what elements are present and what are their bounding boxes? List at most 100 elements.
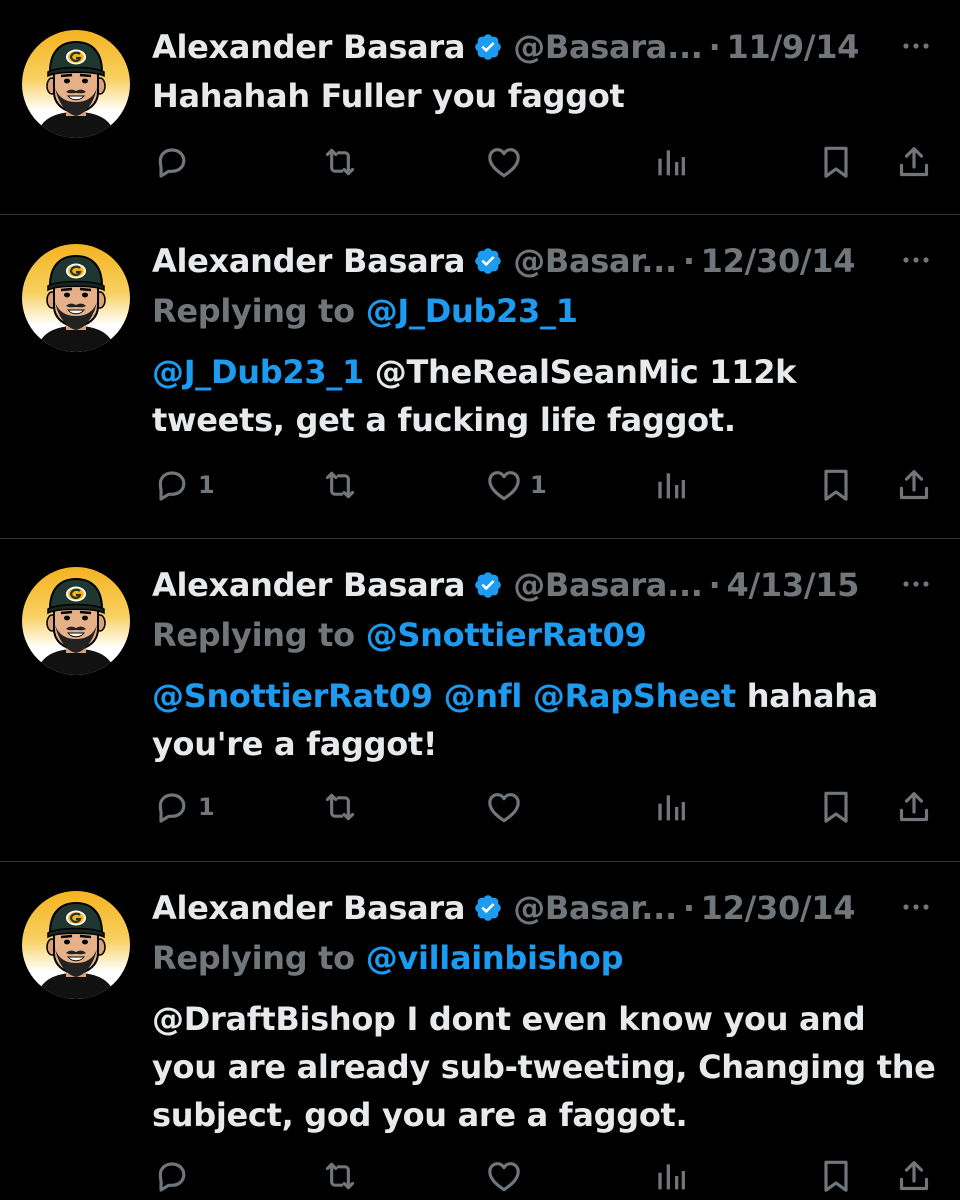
retweet-icon: [320, 787, 360, 827]
replying-to-mention[interactable]: @villainbishop: [366, 939, 624, 977]
author-handle[interactable]: @Basara...: [513, 28, 703, 66]
verified-badge-icon[interactable]: [473, 32, 503, 62]
tweet-date[interactable]: 12/30/14: [701, 889, 856, 927]
avatar-image: [22, 891, 130, 999]
bookmark-icon: [816, 465, 856, 505]
tweet-body: Hahahah Fuller you faggot: [152, 77, 625, 115]
verified-badge-icon[interactable]: [473, 246, 503, 276]
tweet-text: @J_Dub23_1 @TheRealSeanMic 112k tweets, …: [152, 348, 936, 444]
retweet-button[interactable]: [320, 783, 360, 831]
tweet-text: Hahahah Fuller you faggot: [152, 72, 936, 120]
replying-to: Replying to @villainbishop: [152, 933, 936, 983]
avatar-image: [22, 244, 130, 352]
avatar[interactable]: [22, 244, 130, 352]
avatar[interactable]: [22, 891, 130, 999]
retweet-button[interactable]: [320, 461, 360, 509]
author-handle[interactable]: @Basar...: [513, 889, 677, 927]
tweet-date[interactable]: 11/9/14: [727, 28, 860, 66]
heart-icon: [484, 142, 524, 182]
like-button[interactable]: [484, 1152, 524, 1200]
author-handle[interactable]: @Basara...: [513, 566, 703, 604]
separator-dot: ·: [682, 889, 695, 927]
share-button[interactable]: [894, 1152, 934, 1200]
views-icon: [650, 1156, 690, 1196]
views-button[interactable]: [650, 783, 690, 831]
heart-icon: [484, 465, 524, 505]
like-count: 1: [530, 471, 547, 499]
reply-button[interactable]: 1: [152, 461, 215, 509]
author-name[interactable]: Alexander Basara: [152, 566, 465, 604]
tweet[interactable]: Alexander Basara @Basara... · 11/9/14 Ha…: [0, 0, 960, 214]
author-handle[interactable]: @Basar...: [513, 242, 677, 280]
tweet-body: @DraftBishop I dont even know you and yo…: [152, 1000, 936, 1134]
retweet-button[interactable]: [320, 138, 360, 186]
share-icon: [894, 787, 934, 827]
separator-dot: ·: [708, 566, 721, 604]
views-button[interactable]: [650, 138, 690, 186]
tweet-mentions[interactable]: @J_Dub23_1: [152, 353, 364, 391]
share-button[interactable]: [894, 783, 934, 831]
share-icon: [894, 465, 934, 505]
action-bar: 1 1: [152, 461, 942, 509]
avatar-image: [22, 567, 130, 675]
retweet-button[interactable]: [320, 1152, 360, 1200]
more-icon[interactable]: [896, 574, 936, 594]
heart-icon: [484, 787, 524, 827]
tweet-header: Alexander Basara @Basara... · 11/9/14: [152, 22, 936, 72]
replying-to-label: Replying to: [152, 939, 366, 977]
bookmark-button[interactable]: [816, 1152, 856, 1200]
bookmark-button[interactable]: [816, 461, 856, 509]
tweet-header: Alexander Basara @Basar... · 12/30/14: [152, 883, 936, 933]
views-button[interactable]: [650, 1152, 690, 1200]
verified-badge-icon[interactable]: [473, 570, 503, 600]
avatar[interactable]: [22, 30, 130, 138]
tweet[interactable]: Alexander Basara @Basara... · 4/13/15 Re…: [0, 539, 960, 861]
share-icon: [894, 142, 934, 182]
tweet-text: @SnottierRat09 @nfl @RapSheet hahaha you…: [152, 672, 936, 768]
action-bar: [152, 1152, 942, 1200]
like-button[interactable]: [484, 138, 524, 186]
heart-icon: [484, 1156, 524, 1196]
reply-button[interactable]: [152, 1152, 192, 1200]
bookmark-icon: [816, 787, 856, 827]
avatar[interactable]: [22, 567, 130, 675]
tweet-header: Alexander Basara @Basar... · 12/30/14: [152, 236, 936, 286]
tweet-mentions[interactable]: @SnottierRat09 @nfl @RapSheet: [152, 677, 736, 715]
tweet-date[interactable]: 12/30/14: [701, 242, 856, 280]
like-button[interactable]: 1: [484, 461, 547, 509]
views-button[interactable]: [650, 461, 690, 509]
share-button[interactable]: [894, 138, 934, 186]
reply-count: 1: [198, 793, 215, 821]
replying-to-label: Replying to: [152, 292, 366, 330]
replying-to-mention[interactable]: @SnottierRat09: [366, 616, 647, 654]
reply-icon: [152, 142, 192, 182]
more-icon[interactable]: [896, 250, 936, 270]
bookmark-button[interactable]: [816, 138, 856, 186]
verified-badge-icon[interactable]: [473, 893, 503, 923]
reply-button[interactable]: [152, 138, 192, 186]
share-button[interactable]: [894, 461, 934, 509]
tweet[interactable]: Alexander Basara @Basar... · 12/30/14 Re…: [0, 215, 960, 538]
tweet-header: Alexander Basara @Basara... · 4/13/15: [152, 560, 936, 610]
more-icon[interactable]: [896, 36, 936, 56]
avatar-image: [22, 30, 130, 138]
action-bar: 1: [152, 783, 942, 831]
separator-dot: ·: [708, 28, 721, 66]
reply-count: 1: [198, 471, 215, 499]
replying-to: Replying to @J_Dub23_1: [152, 286, 936, 336]
author-name[interactable]: Alexander Basara: [152, 242, 465, 280]
replying-to: Replying to @SnottierRat09: [152, 610, 936, 660]
retweet-icon: [320, 1156, 360, 1196]
reply-button[interactable]: 1: [152, 783, 215, 831]
tweet[interactable]: Alexander Basara @Basar... · 12/30/14 Re…: [0, 862, 960, 1200]
replying-to-mention[interactable]: @J_Dub23_1: [366, 292, 578, 330]
reply-icon: [152, 1156, 192, 1196]
tweet-date[interactable]: 4/13/15: [727, 566, 860, 604]
reply-icon: [152, 787, 192, 827]
retweet-icon: [320, 142, 360, 182]
more-icon[interactable]: [896, 897, 936, 917]
author-name[interactable]: Alexander Basara: [152, 28, 465, 66]
bookmark-button[interactable]: [816, 783, 856, 831]
like-button[interactable]: [484, 783, 524, 831]
author-name[interactable]: Alexander Basara: [152, 889, 465, 927]
